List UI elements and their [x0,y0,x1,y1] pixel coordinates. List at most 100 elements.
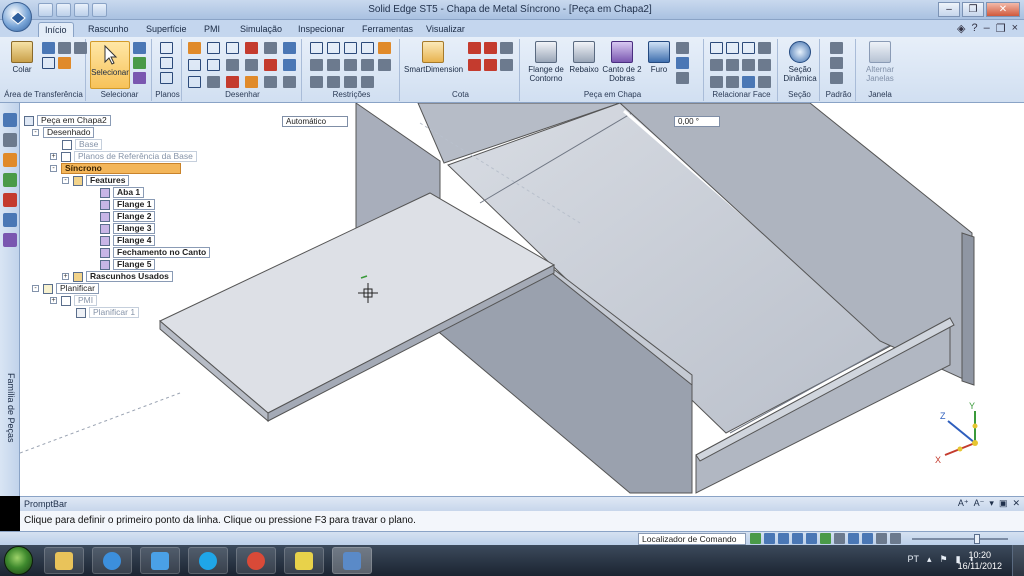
layers-icon[interactable] [2,133,17,147]
include-icon[interactable] [226,76,239,88]
taskbar-dropbox[interactable] [140,547,180,574]
options-icon[interactable]: ◈ [957,22,965,35]
coordinate-dim-icon[interactable] [468,59,481,71]
tab-inicio[interactable]: Início [38,22,74,37]
tree-feature-item[interactable]: Flange 4 [100,235,156,246]
dimple-button[interactable]: Rebaixo [568,41,600,74]
ribbon-minimize-icon[interactable]: – [984,22,990,35]
sensors-icon[interactable] [2,193,17,207]
extend-icon[interactable] [245,59,258,71]
coplanar-icon[interactable] [710,42,723,54]
tree-synchronous[interactable]: - Síncrono [50,163,181,174]
tree-base[interactable]: Base [62,139,103,150]
close-prompt-icon[interactable]: ✕ [1012,498,1020,509]
equal-radius-icon[interactable] [758,76,771,88]
tree-flatten[interactable]: - Planificar [32,283,99,294]
expand-icon[interactable]: + [62,273,69,280]
perpendicular-face-icon[interactable] [726,59,739,71]
angle-field[interactable]: 0,00 ° [674,116,720,127]
pan-icon[interactable] [806,533,817,544]
connect-icon[interactable] [310,42,323,54]
tab-visualizar[interactable]: Visualizar [420,22,471,37]
query-icon[interactable] [133,72,146,84]
tree-designed[interactable]: - Desenhado [32,127,95,138]
close-button[interactable]: ✕ [986,2,1020,17]
tab-pmi[interactable]: PMI [198,22,226,37]
symmetric-face-icon[interactable] [758,59,771,71]
distance-between-icon[interactable] [468,42,481,54]
parallel-face-icon[interactable] [710,59,723,71]
bend-icon[interactable] [676,72,689,84]
clock[interactable]: 10:20 16/11/2012 [958,550,1002,572]
coaxial-icon[interactable] [726,42,739,54]
sketch-view-icon[interactable] [834,533,845,544]
cut-icon[interactable] [42,42,55,54]
dropdown-icon[interactable]: ▾ [989,498,994,509]
perpendicular-icon[interactable] [344,59,357,71]
cutout-icon[interactable] [676,57,689,69]
maintain-icon[interactable] [361,76,374,88]
variables-icon[interactable] [2,213,17,227]
format-painter-icon[interactable] [74,42,87,54]
rigid-set-icon[interactable] [378,59,391,71]
tree-features[interactable]: - Features [62,175,130,186]
angle-between-icon[interactable] [484,42,497,54]
fillet-icon[interactable] [245,42,258,54]
dynamic-section-button[interactable]: Seção Dinâmica [782,41,818,83]
contour-flange-button[interactable]: Flange de Contorno [526,41,566,83]
concentric-face-icon[interactable] [742,42,755,54]
ribbon-restore-icon[interactable]: ❐ [996,22,1006,35]
tab-inspecionar[interactable]: Inspecionar [292,22,351,37]
standard-tool-1-icon[interactable] [830,42,843,54]
trim-icon[interactable] [283,42,296,54]
ellipse-icon[interactable] [207,76,220,88]
taskbar-solid-edge[interactable] [332,547,372,574]
curve-icon[interactable] [226,42,239,54]
clipboard-option-icon[interactable] [42,57,55,69]
zoom-slider[interactable] [912,534,1008,544]
refresh-icon[interactable] [750,533,761,544]
relation-handles-icon[interactable] [378,42,391,54]
help-icon[interactable]: ? [971,22,977,35]
taskbar-app[interactable] [284,547,324,574]
tab-ferramentas[interactable]: Ferramentas [356,22,419,37]
zoom-icon[interactable] [778,533,789,544]
standard-tool-3-icon[interactable] [830,72,843,84]
select-tool-icon[interactable] [133,42,146,54]
two-bend-corner-button[interactable]: Canto de 2 Dobras [602,41,642,83]
paste-button[interactable]: Colar [6,41,38,74]
parallel-plane-icon[interactable] [160,72,173,84]
font-increase-icon[interactable]: A⁺ [958,498,969,509]
filter-icon[interactable] [133,57,146,69]
expand-icon[interactable]: + [50,297,57,304]
expand-icon[interactable]: + [50,153,57,160]
equal-icon[interactable] [310,76,323,88]
line-icon[interactable] [188,42,201,54]
paste-special-icon[interactable] [58,57,71,69]
tangent-icon[interactable] [327,42,340,54]
offset-icon[interactable] [264,42,277,54]
tree-feature-item[interactable]: Flange 2 [100,211,156,222]
zoom-slider-knob[interactable] [974,534,980,544]
tray-arrow-icon[interactable]: ▴ [927,554,932,565]
rectangle-icon[interactable] [188,59,201,71]
shading-icon[interactable] [862,533,873,544]
tree-feature-item[interactable]: Flange 5 [100,259,156,270]
ground-icon[interactable] [742,76,755,88]
tree-feature-item[interactable]: Flange 1 [100,199,156,210]
tab-simulacao[interactable]: Simulação [234,22,288,37]
rotate-icon[interactable] [283,76,296,88]
family-of-parts-tab[interactable]: Família de Peças [6,373,16,443]
tab-rascunho[interactable]: Rascunho [82,22,135,37]
display-mode-icon[interactable] [876,533,887,544]
start-button[interactable] [4,546,33,575]
taskbar-skype[interactable] [188,547,228,574]
split-icon[interactable] [245,76,258,88]
concentric-icon[interactable] [344,42,357,54]
command-finder-input[interactable]: Localizador de Comando [638,533,746,545]
tree-feature-item[interactable]: Fechamento no Canto [100,247,211,258]
tree-ref-planes[interactable]: + Planos de Referência da Base [50,151,197,162]
view-orientation-icon[interactable] [848,533,859,544]
checkbox-icon[interactable] [61,295,71,306]
tree-root[interactable]: Peça em Chapa2 [24,115,111,126]
